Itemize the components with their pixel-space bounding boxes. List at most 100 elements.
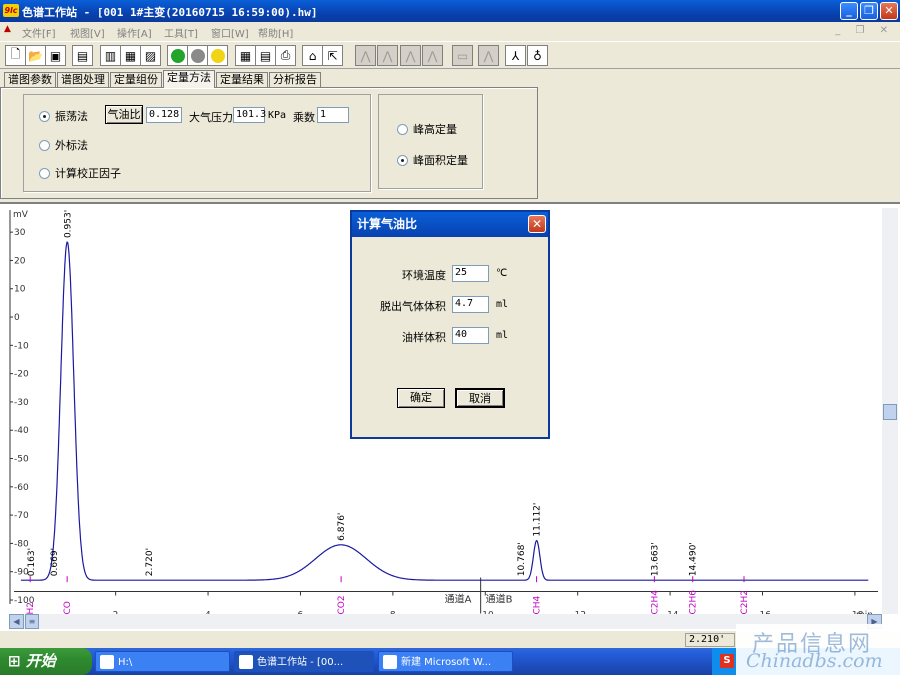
horizontal-scroll-thumb[interactable]: ≡ <box>25 614 39 629</box>
ok-button[interactable]: 确定 <box>397 388 445 408</box>
tab-quant-components[interactable]: 定量组份 <box>110 72 162 88</box>
tab-analysis-report[interactable]: 分析报告 <box>269 72 321 88</box>
rt-label: 10.768' <box>517 542 527 576</box>
save-icon[interactable]: ▣ <box>45 45 66 66</box>
peak-rt-label: 6.876' <box>337 513 347 541</box>
radio-external-standard[interactable]: 外标法 <box>39 137 88 153</box>
component-label: C2H2 <box>740 590 750 615</box>
menu-help[interactable]: 帮助[H] <box>258 25 293 40</box>
menu-view[interactable]: 视图[V] <box>70 25 105 40</box>
grid-icon[interactable]: ▦ <box>120 45 141 66</box>
new-file-icon[interactable]: 🗋 <box>5 45 26 66</box>
y-tick-label: -30 <box>14 398 29 408</box>
vertical-scrollbar[interactable] <box>882 208 898 614</box>
task-explorer[interactable]: H:\ <box>95 651 230 672</box>
yellow-face-icon[interactable] <box>207 45 228 66</box>
component-label: CO <box>63 601 73 614</box>
rt-label: 0.163' <box>27 548 37 576</box>
cancel-button[interactable]: 取消 <box>455 388 505 408</box>
tab-quant-results[interactable]: 定量结果 <box>216 72 268 88</box>
report-icon[interactable]: ▤ <box>255 45 276 66</box>
calculator-icon[interactable]: ▦ <box>235 45 256 66</box>
ime-icon[interactable]: S <box>720 654 734 668</box>
baseline-icon[interactable]: ⌂ <box>302 45 323 66</box>
temperature-unit: ℃ <box>496 268 508 279</box>
y-tick-label: -40 <box>14 426 29 436</box>
close-button[interactable]: ✕ <box>880 2 898 20</box>
tab-spectrum-params[interactable]: 谱图参数 <box>4 72 56 88</box>
scroll-left-arrow[interactable]: ◀ <box>9 614 24 629</box>
window-title: 色谱工作站 - [001 1#主变(20160715 16:59:00).hw] <box>22 6 318 19</box>
gas-volume-field[interactable]: 4.7 <box>452 296 489 313</box>
gray-stop-icon[interactable] <box>187 45 208 66</box>
rt-label: 13.663' <box>651 542 661 576</box>
bar-chart-icon[interactable]: ▥ <box>100 45 121 66</box>
oil-volume-unit: ml <box>496 330 509 341</box>
person-icon-2[interactable]: ♁ <box>527 45 548 66</box>
menu-tools[interactable]: 工具[T] <box>164 25 198 40</box>
temperature-field[interactable]: 25 <box>452 265 489 282</box>
radio-label: 峰高定量 <box>413 123 457 136</box>
radio-label: 峰面积定量 <box>413 154 468 167</box>
oil-volume-label: 油样体积 <box>402 331 446 344</box>
pressure-field[interactable]: 101.3 <box>233 107 266 123</box>
component-label: CO2 <box>337 595 347 614</box>
tab-quant-method[interactable]: 定量方法 <box>163 70 215 88</box>
component-label: C2H4 <box>650 590 660 615</box>
task-label: H:\ <box>118 657 133 668</box>
split-peak-icon[interactable]: ⋀ <box>478 45 499 66</box>
radio-dot <box>39 139 50 151</box>
export-icon[interactable]: ⇱ <box>322 45 343 66</box>
task-chromatography[interactable]: 色谱工作站 - [00... <box>234 651 374 672</box>
y-tick-label: -10 <box>14 341 29 351</box>
y-tick-label: -80 <box>14 539 29 549</box>
radio-label: 振荡法 <box>55 110 88 123</box>
start-button[interactable]: ⊞ 开始 <box>0 648 92 675</box>
menu-bar: ▲ 文件[F] 视图[V] 操作[A] 工具[T] 窗口[W] 帮助[H] _ … <box>0 22 900 40</box>
oil-volume-field[interactable]: 40 <box>452 327 489 344</box>
menu-operate[interactable]: 操作[A] <box>117 25 152 40</box>
temperature-label: 环境温度 <box>402 269 446 282</box>
minimize-button[interactable]: _ <box>840 2 858 20</box>
peak-icon-3[interactable]: ⋀ <box>400 45 421 66</box>
person-icon[interactable]: ⅄ <box>505 45 526 66</box>
pressure-label: 大气压力 <box>189 111 233 124</box>
vertical-scroll-thumb[interactable] <box>883 404 897 420</box>
windows-flag-icon: ⊞ <box>8 652 26 670</box>
task-word[interactable]: 新建 Microsoft W... <box>378 651 513 672</box>
multiplier-field[interactable]: 1 <box>317 107 349 123</box>
peak-icon-2[interactable]: ⋀ <box>377 45 398 66</box>
open-folder-icon[interactable]: 📂 <box>25 45 46 66</box>
radio-calc-correction-factor[interactable]: 计算校正因子 <box>39 165 121 181</box>
tab-spectrum-processing[interactable]: 谱图处理 <box>57 72 109 88</box>
peak-icon-5[interactable]: ▭ <box>452 45 473 66</box>
maximize-button[interactable]: ❐ <box>860 2 878 20</box>
print-preview-icon[interactable]: ▤ <box>72 45 93 66</box>
y-axis-label: mV <box>13 210 29 220</box>
menu-file[interactable]: 文件[F] <box>22 25 56 40</box>
y-tick-label: 0 <box>14 313 20 323</box>
title-bar: 9lc 色谱工作站 - [001 1#主变(20160715 16:59:00)… <box>0 0 900 22</box>
app-logo-icon: 9lc <box>3 4 19 17</box>
y-tick-label: -60 <box>14 483 29 493</box>
gas-volume-unit: ml <box>496 299 509 310</box>
rt-label: 14.490' <box>689 542 699 576</box>
peak-rt-label: 11.112' <box>533 503 543 537</box>
gas-oil-ratio-button[interactable]: 气油比 <box>105 105 143 124</box>
mdi-window-controls[interactable]: _ ❐ ✕ <box>835 25 894 36</box>
radio-peak-height[interactable]: 峰高定量 <box>397 121 457 137</box>
radio-peak-area[interactable]: 峰面积定量 <box>397 152 468 168</box>
peak-icon-4[interactable]: ⋀ <box>422 45 443 66</box>
y-tick-label: 20 <box>14 256 26 266</box>
menu-window[interactable]: 窗口[W] <box>211 25 249 40</box>
app-menu-icon[interactable]: ▲ <box>4 24 18 38</box>
histogram-icon[interactable]: ▨ <box>140 45 161 66</box>
dialog-close-button[interactable]: ✕ <box>528 215 546 233</box>
green-run-icon[interactable] <box>167 45 188 66</box>
printer-icon[interactable]: ⎙ <box>275 45 296 66</box>
radio-oscillation[interactable]: 振荡法 <box>39 108 88 124</box>
peak-icon-1[interactable]: ⋀ <box>355 45 376 66</box>
y-tick-label: 10 <box>14 285 26 295</box>
gas-oil-ratio-dialog: 计算气油比 ✕ 环境温度 25 ℃ 脱出气体体积 4.7 ml 油样体积 40 … <box>350 210 550 439</box>
gas-volume-label: 脱出气体体积 <box>380 300 446 313</box>
